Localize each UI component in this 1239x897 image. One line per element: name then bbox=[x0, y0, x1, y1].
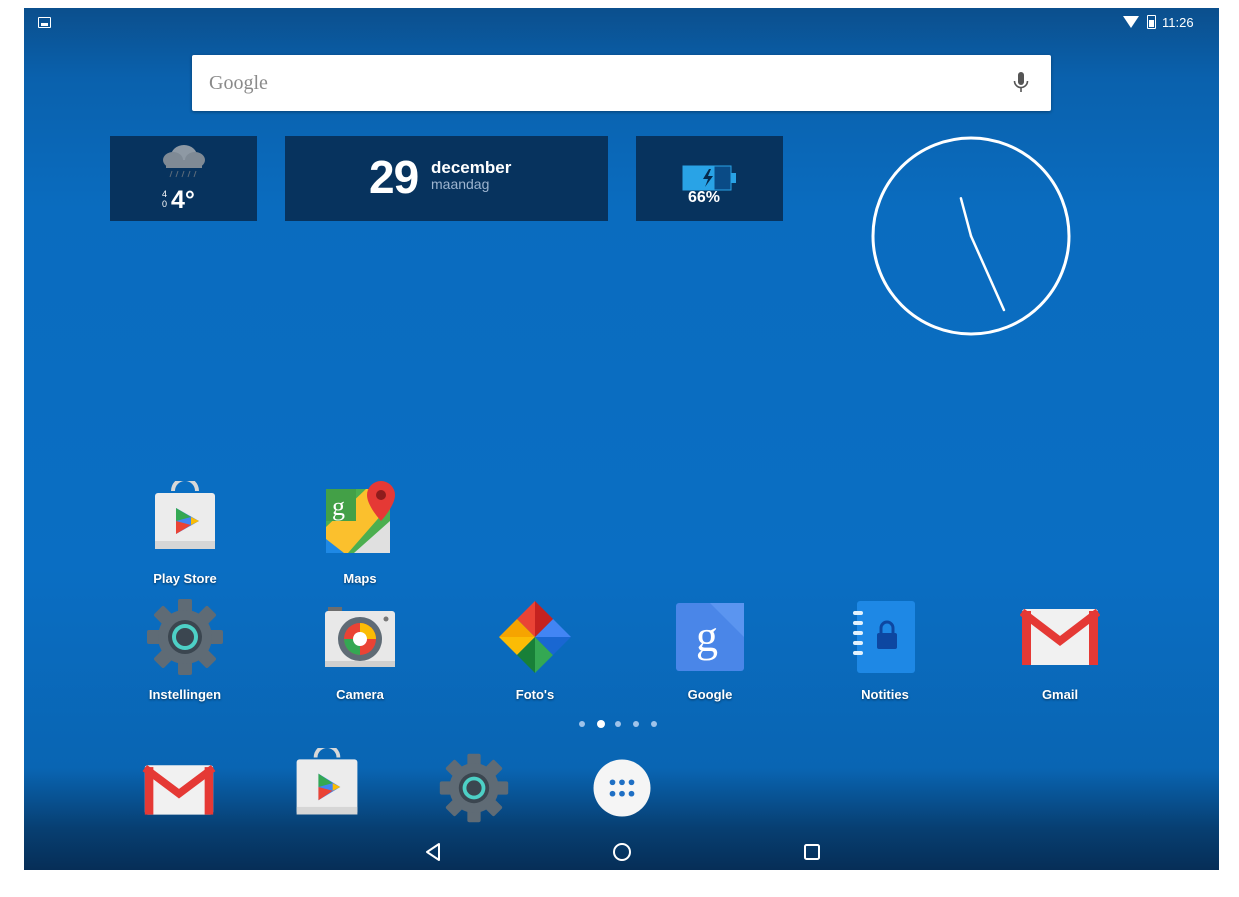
google-logo: Google bbox=[209, 72, 268, 94]
app-label: Notities bbox=[861, 687, 909, 702]
home-screen: 11:26 Google 4 0 4° 29 december maandag … bbox=[24, 8, 1219, 870]
play-store-icon bbox=[155, 481, 215, 549]
app-label: Camera bbox=[336, 687, 384, 702]
svg-text:g: g bbox=[332, 492, 345, 521]
rain-cloud-icon bbox=[163, 145, 205, 178]
maps-icon: g bbox=[326, 481, 395, 553]
gmail-icon bbox=[1020, 608, 1100, 665]
page-indicator bbox=[579, 720, 669, 731]
app-photos[interactable]: Foto's bbox=[465, 597, 605, 717]
app-label: Gmail bbox=[1041, 687, 1079, 702]
analog-clock-widget[interactable] bbox=[870, 135, 1072, 337]
notes-icon bbox=[853, 601, 915, 673]
battery-charging-icon bbox=[682, 165, 736, 191]
photos-icon bbox=[499, 601, 571, 673]
page-dot[interactable] bbox=[651, 721, 657, 727]
app-label: Instellingen bbox=[148, 687, 222, 702]
battery-percentage: 66% bbox=[688, 189, 721, 206]
google-icon: g bbox=[676, 603, 744, 671]
wifi-icon bbox=[1123, 16, 1139, 28]
clock-minute-hand bbox=[969, 234, 1006, 312]
svg-text:g: g bbox=[696, 612, 718, 661]
battery-widget[interactable]: 66% bbox=[636, 136, 783, 221]
weather-min: 0 bbox=[162, 199, 168, 209]
page-dot[interactable] bbox=[579, 721, 585, 727]
status-time: 11:26 bbox=[1162, 15, 1194, 30]
app-google[interactable]: g Google bbox=[640, 597, 780, 717]
weather-widget[interactable]: 4 0 4° bbox=[110, 136, 257, 221]
app-settings[interactable]: Instellingen bbox=[115, 597, 255, 717]
page-dot[interactable] bbox=[633, 721, 639, 727]
home-icon[interactable] bbox=[607, 837, 637, 867]
clock-hour-hand bbox=[959, 197, 973, 238]
recents-icon[interactable] bbox=[797, 837, 827, 867]
dock-play-store-icon[interactable] bbox=[289, 748, 365, 824]
app-label: Maps bbox=[343, 571, 377, 586]
app-notes[interactable]: Notities bbox=[815, 597, 955, 717]
dock-gmail-icon[interactable] bbox=[141, 750, 217, 826]
settings-icon bbox=[147, 599, 223, 675]
weather-max: 4 bbox=[162, 189, 168, 199]
navigation-bar bbox=[24, 832, 1219, 870]
weather-min-max: 4 0 bbox=[162, 189, 167, 209]
battery-icon bbox=[1147, 15, 1156, 29]
app-gmail[interactable]: Gmail bbox=[990, 597, 1130, 717]
date-widget[interactable]: 29 december maandag bbox=[285, 136, 608, 221]
status-bar: 11:26 bbox=[24, 8, 1219, 38]
google-search-bar[interactable]: Google bbox=[192, 55, 1051, 111]
camera-icon bbox=[325, 607, 395, 667]
app-label: Foto's bbox=[515, 687, 555, 702]
notification-image-icon bbox=[38, 17, 51, 28]
date-day: 29 bbox=[369, 151, 419, 203]
mic-icon[interactable] bbox=[1010, 70, 1032, 96]
page-dot-active[interactable] bbox=[597, 720, 605, 728]
date-month: december bbox=[431, 158, 512, 177]
app-drawer-icon[interactable] bbox=[584, 750, 660, 826]
date-weekday: maandag bbox=[431, 176, 490, 192]
app-label: Google bbox=[687, 687, 733, 702]
app-play-store[interactable]: Play Store bbox=[115, 481, 255, 601]
back-icon[interactable] bbox=[418, 837, 448, 867]
dock-settings-icon[interactable] bbox=[436, 750, 512, 826]
weather-temperature: 4° bbox=[171, 186, 195, 214]
app-camera[interactable]: Camera bbox=[290, 597, 430, 717]
app-maps[interactable]: g Maps bbox=[290, 481, 430, 601]
app-label: Play Store bbox=[153, 571, 217, 586]
page-dot[interactable] bbox=[615, 721, 621, 727]
